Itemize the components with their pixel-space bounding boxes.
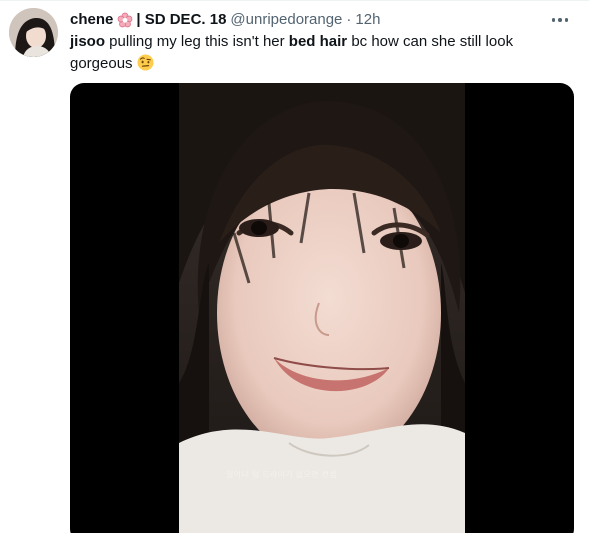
tweet-card[interactable]: chene | SD DEC. 18 @unripedorange · 12h … (0, 0, 589, 533)
author-handle[interactable]: @unripedorange (230, 10, 342, 30)
author-name-suffix: | SD DEC. 18 (136, 11, 227, 28)
author-name[interactable]: chene (70, 10, 113, 30)
video-caption-overlay: 일어나 텀 드라이기 없으면 컨셉 (226, 470, 337, 479)
pink-flower-icon (117, 12, 133, 28)
more-options-button[interactable] (547, 7, 573, 33)
tweet-text-bold-phrase: bed hair (288, 33, 348, 50)
separator-dot: · (346, 11, 352, 28)
more-options-icon (551, 18, 569, 22)
video-frame (179, 83, 465, 533)
tweet-text-segment: pulling my leg this isn't her (105, 33, 289, 50)
tweet-text: jisoo pulling my leg this isn't her bed … (70, 31, 550, 75)
avatar[interactable] (9, 8, 58, 57)
face-with-raised-eyebrow-emoji-icon (137, 54, 154, 71)
tweet-header: chene | SD DEC. 18 @unripedorange · 12h (70, 10, 380, 30)
timestamp[interactable]: 12h (355, 10, 380, 30)
video-media[interactable]: 일어나 텀 드라이기 없으면 컨셉 (70, 83, 574, 533)
tweet-text-bold-name: jisoo (70, 33, 106, 50)
